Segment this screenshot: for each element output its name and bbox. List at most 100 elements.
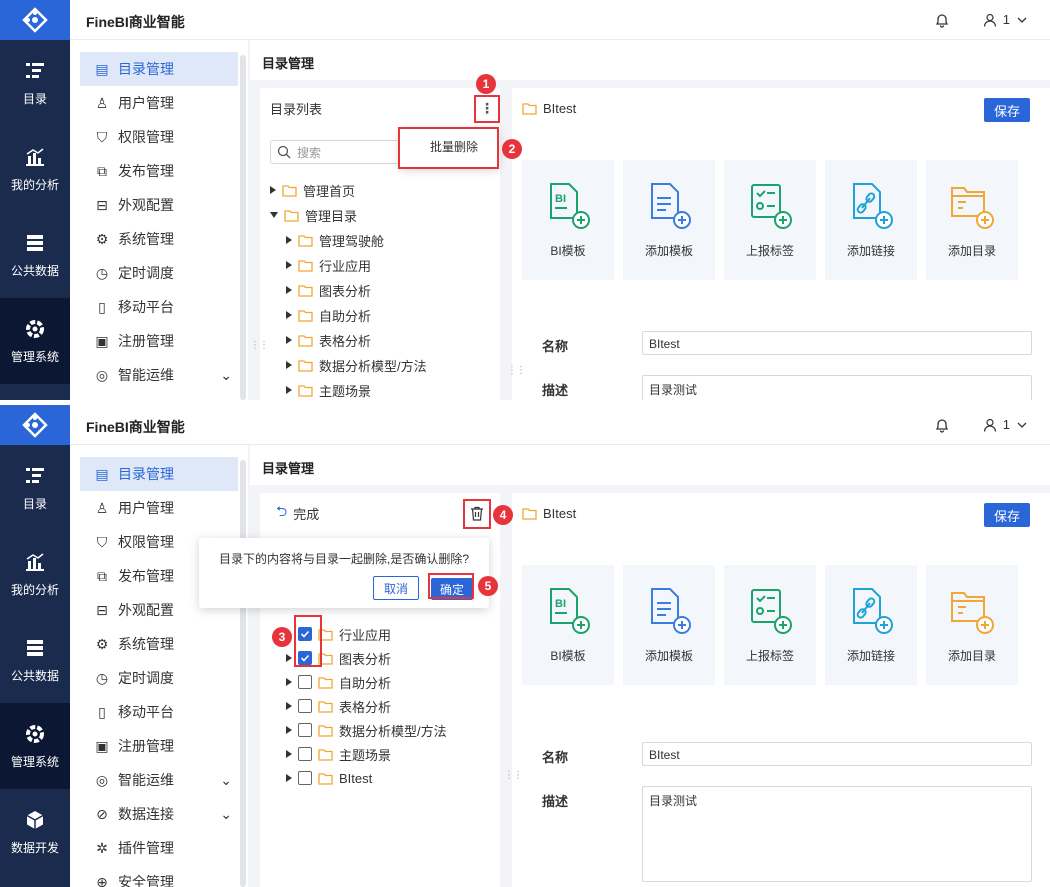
action-card[interactable]: 添加目录 xyxy=(926,160,1018,280)
menu-item-registration[interactable]: ▣ 注册管理 xyxy=(80,729,238,763)
menu-item-schedule[interactable]: ◷ 定时调度 xyxy=(80,256,238,290)
nav-catalog[interactable]: 目录 xyxy=(0,445,70,531)
nav-public-data[interactable]: 公共数据 xyxy=(0,617,70,703)
nav-management-system[interactable]: 管理系统 xyxy=(0,298,70,384)
user-menu[interactable]: 1 xyxy=(983,417,1028,432)
description-field[interactable]: 目录测试 xyxy=(642,786,1032,882)
resize-handle[interactable]: ⋮⋮ xyxy=(504,770,523,781)
tree-item[interactable]: 自助分析 xyxy=(286,305,371,325)
chevron-down-icon: ⌄ xyxy=(220,366,232,383)
caret-right-icon[interactable] xyxy=(286,261,292,269)
caret-right-icon[interactable] xyxy=(286,678,292,686)
tree-item-label: 管理驾驶舱 xyxy=(319,233,385,249)
nav-catalog[interactable]: 目录 xyxy=(0,40,70,126)
done-button[interactable]: 完成 xyxy=(293,504,319,523)
menu-item-system-management[interactable]: ⚙ 系统管理 xyxy=(80,627,238,661)
caret-right-icon[interactable] xyxy=(270,186,276,194)
save-button[interactable]: 保存 xyxy=(984,98,1030,122)
action-card[interactable]: 添加链接 xyxy=(825,160,917,280)
menu-item-smart-ops[interactable]: ◎ 智能运维 ⌄ xyxy=(80,763,238,797)
user-menu[interactable]: 1 xyxy=(983,12,1028,27)
tree-item[interactable]: 图表分析 xyxy=(286,280,371,300)
action-card[interactable]: BI BI模板 xyxy=(522,160,614,280)
checkbox[interactable] xyxy=(298,699,312,713)
menu-item-permission-management[interactable]: ⛉ 权限管理 xyxy=(80,120,238,154)
step-badge: 1 xyxy=(476,74,496,94)
menu-scrollbar[interactable] xyxy=(240,460,246,887)
menu-item-plugin-management[interactable]: ✲ 插件管理 xyxy=(80,831,238,865)
menu-item-user-management[interactable]: ♙ 用户管理 xyxy=(80,491,238,525)
nav-data-development[interactable]: 数据开发 xyxy=(0,789,70,875)
action-card[interactable]: BI BI模板 xyxy=(522,565,614,685)
tree-item[interactable]: 主题场景 xyxy=(286,380,371,400)
action-card-label: 添加模板 xyxy=(644,648,693,663)
caret-right-icon[interactable] xyxy=(286,361,292,369)
tree-item[interactable]: 管理目录 xyxy=(270,205,357,225)
menu-scrollbar[interactable] xyxy=(240,55,246,400)
tree-item[interactable]: 行业应用 xyxy=(286,255,371,275)
menu-item-system-management[interactable]: ⚙ 系统管理 xyxy=(80,222,238,256)
caret-right-icon[interactable] xyxy=(286,654,292,662)
nav-management-system[interactable]: 管理系统 xyxy=(0,703,70,789)
action-card[interactable]: 上报标签 xyxy=(724,565,816,685)
tree-item[interactable]: 表格分析 xyxy=(286,696,391,716)
menu-item-appearance[interactable]: ⊟ 外观配置 xyxy=(80,188,238,222)
menu-item-label: 外观配置 xyxy=(118,602,174,618)
menu-item-publish-management[interactable]: ⧉ 发布管理 xyxy=(80,154,238,188)
menu-item-security-management[interactable]: ⊕ 安全管理 xyxy=(80,865,238,887)
name-field[interactable]: BItest xyxy=(642,742,1032,766)
caret-right-icon[interactable] xyxy=(286,236,292,244)
nav-public-data[interactable]: 公共数据 xyxy=(0,212,70,298)
caret-right-icon[interactable] xyxy=(286,726,292,734)
search-input[interactable]: 搜索 xyxy=(270,140,400,164)
action-card[interactable]: 添加模板 xyxy=(623,160,715,280)
tree-item[interactable]: 管理驾驶舱 xyxy=(286,230,384,250)
nav-my-analysis[interactable]: 我的分析 xyxy=(0,531,70,617)
tree-item[interactable]: 数据分析模型/方法 xyxy=(286,355,427,375)
tree-item[interactable]: 管理首页 xyxy=(270,180,355,200)
save-button[interactable]: 保存 xyxy=(984,503,1030,527)
caret-right-icon[interactable] xyxy=(286,311,292,319)
action-card[interactable]: 上报标签 xyxy=(724,160,816,280)
copy-icon: ⧉ xyxy=(97,567,107,584)
tree-item[interactable]: BItest xyxy=(286,768,372,788)
action-card[interactable]: 添加模板 xyxy=(623,565,715,685)
menu-item-mobile[interactable]: ▯ 移动平台 xyxy=(80,290,238,324)
menu-item-catalog-management[interactable]: ▤ 目录管理 xyxy=(80,457,238,491)
caret-right-icon[interactable] xyxy=(286,286,292,294)
caret-right-icon[interactable] xyxy=(286,702,292,710)
caret-right-icon[interactable] xyxy=(286,774,292,782)
menu-item-registration[interactable]: ▣ 注册管理 xyxy=(80,324,238,358)
caret-right-icon[interactable] xyxy=(286,386,292,394)
description-field[interactable]: 目录测试 xyxy=(642,375,1032,400)
bell-icon[interactable] xyxy=(934,417,950,433)
menu-item-catalog-management[interactable]: ▤ 目录管理 xyxy=(80,52,238,86)
menu-item-schedule[interactable]: ◷ 定时调度 xyxy=(80,661,238,695)
checkbox[interactable] xyxy=(298,747,312,761)
bell-icon[interactable] xyxy=(934,12,950,28)
menu-item-label: 目录管理 xyxy=(118,466,174,482)
resize-handle[interactable]: ⋮⋮ xyxy=(507,365,526,376)
caret-down-icon[interactable] xyxy=(270,212,278,218)
caret-right-icon[interactable] xyxy=(286,750,292,758)
menu-item-data-connection[interactable]: ⊘ 数据连接 ⌄ xyxy=(80,797,238,831)
checkbox[interactable] xyxy=(298,675,312,689)
checkbox[interactable] xyxy=(298,771,312,785)
tree-item[interactable]: 数据分析模型/方法 xyxy=(286,720,447,740)
menu-item-smart-ops[interactable]: ◎ 智能运维 ⌄ xyxy=(80,358,238,392)
menu-item-user-management[interactable]: ♙ 用户管理 xyxy=(80,86,238,120)
action-card[interactable]: 添加链接 xyxy=(825,565,917,685)
caret-right-icon[interactable] xyxy=(286,336,292,344)
resize-handle[interactable]: ⋮⋮ xyxy=(250,340,269,351)
tree-item[interactable]: 表格分析 xyxy=(286,330,371,350)
cancel-button[interactable]: 取消 xyxy=(373,576,419,600)
action-card[interactable]: 添加目录 xyxy=(926,565,1018,685)
menu-item-mobile[interactable]: ▯ 移动平台 xyxy=(80,695,238,729)
tree-item[interactable]: 自助分析 xyxy=(286,672,391,692)
checkbox[interactable] xyxy=(298,723,312,737)
tree-item[interactable]: 主题场景 xyxy=(286,744,391,764)
tree-item-label: 自助分析 xyxy=(339,675,392,691)
nav-my-analysis[interactable]: 我的分析 xyxy=(0,126,70,212)
name-field[interactable]: BItest xyxy=(642,331,1032,355)
menu-item-label: 定时调度 xyxy=(118,265,174,281)
